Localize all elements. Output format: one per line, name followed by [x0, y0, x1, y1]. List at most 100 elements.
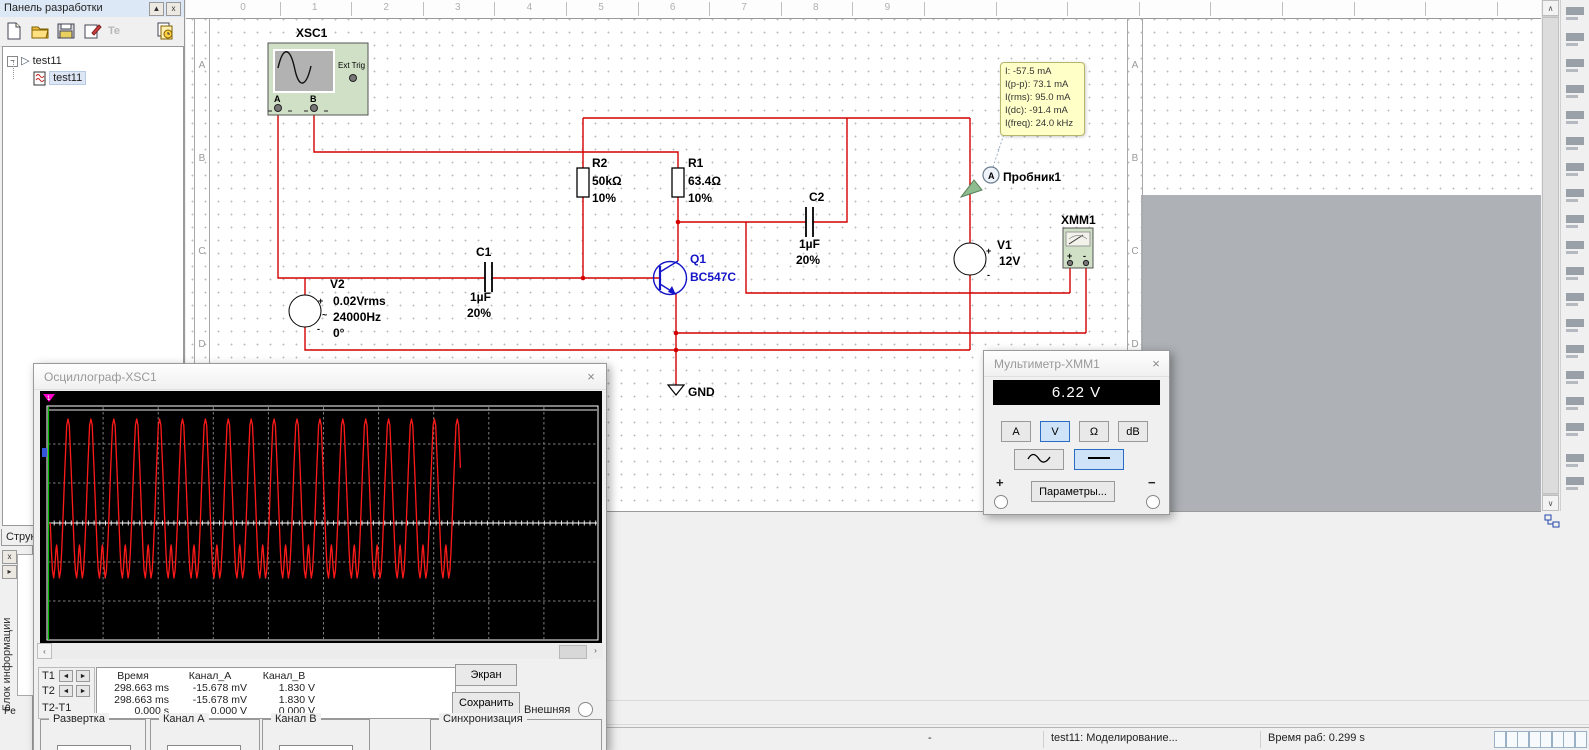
instrument-icon[interactable] [1564, 134, 1587, 155]
t2-left-button[interactable]: ◄ [59, 685, 73, 697]
text-tool-icon: Te [108, 25, 121, 37]
ruler-divider [1138, 2, 1140, 16]
multimeter-window[interactable]: Мультиметр-XMM1 × 6.22 V A V Ω dB + Пара… [983, 350, 1170, 515]
tree-item-sheet[interactable]: test11 [33, 70, 87, 86]
ruler-number: 2 [383, 2, 389, 13]
panel-title: Панель разработки ▲ x [0, 0, 184, 18]
group-trigger: Синхронизация [430, 713, 602, 750]
instrument-icon[interactable] [1564, 186, 1587, 207]
instrument-icon[interactable] [1564, 56, 1587, 77]
window-title: Осциллограф-XSC1 [34, 364, 606, 390]
mode-a-button[interactable]: A [1001, 421, 1031, 442]
mode-db-button[interactable]: dB [1118, 421, 1148, 442]
oscilloscope-window[interactable]: Осциллограф-XSC1 × 1 ‹ › T1 ◄ ► T2 ◄ ► T… [33, 363, 607, 750]
multisim-app: 0123456789 ABCD ABCD R2 50kΩ 10% R1 63.4… [0, 0, 1589, 750]
new-file-icon[interactable] [4, 21, 24, 41]
rename-icon[interactable] [82, 21, 102, 41]
instrument-icon[interactable] [1564, 451, 1587, 472]
scroll-up-icon[interactable]: ∧ [1542, 0, 1559, 16]
group-channel-b: Канал В [262, 713, 370, 750]
instrument-icon[interactable] [1564, 474, 1587, 495]
instrument-icon[interactable] [1564, 160, 1587, 181]
scroll-right-icon[interactable]: › [588, 643, 603, 659]
t1-right-button[interactable]: ► [76, 670, 90, 682]
vertical-scrollbar[interactable]: ∧ ∨ [1542, 0, 1559, 511]
probe-readout-tooltip: I: -57.5 mA I(p-p): 73.1 mA I(rms): 95.0… [1000, 62, 1085, 136]
instrument-icon[interactable] [1564, 4, 1587, 25]
runtime-status: Время раб: 0.299 s [1268, 732, 1365, 744]
tree-item-project[interactable]: − ▷ test11 [7, 53, 62, 69]
instrument-icon[interactable] [1564, 342, 1587, 363]
scrollbar-thumb[interactable] [559, 645, 587, 659]
scroll-down-icon[interactable]: ∨ [1542, 495, 1559, 511]
instrument-icon[interactable] [1564, 316, 1587, 337]
rollup-icon[interactable]: ▲ [149, 2, 164, 16]
col-channel-b: Канал_В [262, 670, 306, 682]
close-icon[interactable]: x [166, 2, 181, 16]
tab-results[interactable]: Ре [4, 706, 16, 717]
instrument-icon[interactable] [1564, 368, 1587, 389]
t2-right-button[interactable]: ► [76, 685, 90, 697]
ruler-divider [1281, 2, 1283, 16]
activity-segment [1563, 731, 1575, 748]
ruler-divider [995, 2, 997, 16]
probe-line: I: -57.5 mA [1005, 66, 1052, 77]
ruler-divider [780, 2, 782, 16]
ruler-divider [422, 2, 424, 16]
cursor-controls: T1 ◄ ► T2 ◄ ► T2-T1 [38, 667, 95, 719]
info-block-label: Блок информации [1, 617, 13, 711]
ruler-divider [494, 2, 496, 16]
instrument-icon[interactable] [1564, 82, 1587, 103]
instrument-icon[interactable] [1564, 30, 1587, 51]
ruler-letter: D [198, 339, 206, 350]
parameters-button[interactable]: Параметры... [1031, 481, 1115, 502]
instrument-icon[interactable] [1564, 108, 1587, 129]
expand-icon[interactable]: ▸ [2, 565, 17, 579]
ac-mode-button[interactable] [1014, 449, 1064, 470]
scroll-left-icon[interactable]: ‹ [37, 643, 52, 659]
ruler-top: 0 1 2 3 4 5 6 7 8 9 [186, 0, 1541, 19]
dc-mode-button[interactable] [1074, 449, 1124, 470]
instrument-icon[interactable] [1564, 394, 1587, 415]
instrument-icon[interactable] [1564, 238, 1587, 259]
channel-b-input[interactable] [279, 745, 353, 750]
col-time: Время [117, 670, 149, 682]
scope-readout-table: Время Канал_А Канал_В 298.663 ms -15.678 … [96, 667, 456, 719]
tree-item-label[interactable]: test11 [33, 55, 62, 67]
ruler-number: 0 [240, 2, 246, 13]
close-icon[interactable]: × [582, 369, 600, 386]
instrument-icon[interactable] [1564, 212, 1587, 233]
scrollbar-thumb[interactable] [1542, 17, 1559, 494]
ruler-divider [852, 2, 854, 16]
ruler-number: 1 [311, 2, 318, 13]
instrument-icon[interactable] [1564, 290, 1587, 311]
channel-a-input[interactable] [167, 745, 241, 750]
tree-item-label[interactable]: test11 [49, 71, 87, 85]
probe-line: I(rms): 95.0 mA [1005, 92, 1071, 103]
mode-ohm-button[interactable]: Ω [1079, 421, 1109, 442]
screen-button[interactable]: Экран [455, 664, 517, 686]
probe-line: I(dc): -91.4 mA [1005, 105, 1068, 116]
close-icon[interactable]: x [2, 550, 17, 564]
pages-clock-icon[interactable] [155, 21, 175, 41]
scope-readout-row: 298.663 ms -15.678 mV 1.830 V [114, 693, 315, 706]
external-trigger-radio[interactable] [578, 702, 593, 717]
instrument-icon[interactable] [1564, 420, 1587, 441]
mode-v-button[interactable]: V [1040, 421, 1070, 442]
plus-terminal[interactable] [994, 495, 1008, 509]
probe-line: I(freq): 24.0 kHz [1005, 118, 1074, 129]
scope-hscrollbar[interactable]: ‹ › [37, 643, 603, 659]
t1-left-button[interactable]: ◄ [59, 670, 73, 682]
probe-line: I(p-p): 73.1 mA [1005, 79, 1069, 90]
close-icon[interactable]: × [1147, 356, 1165, 373]
save-icon[interactable] [56, 21, 76, 41]
tree-connector [13, 61, 15, 79]
timebase-input[interactable] [57, 745, 131, 750]
open-folder-icon[interactable] [30, 21, 50, 41]
minus-terminal[interactable] [1146, 495, 1160, 509]
instrument-icon[interactable] [1564, 264, 1587, 285]
window-title: Мультиметр-XMM1 [984, 351, 1169, 377]
save-button[interactable]: Сохранить [452, 692, 520, 714]
ruler-number: 5 [598, 2, 604, 13]
hierarchy-icon[interactable] [1544, 513, 1560, 529]
